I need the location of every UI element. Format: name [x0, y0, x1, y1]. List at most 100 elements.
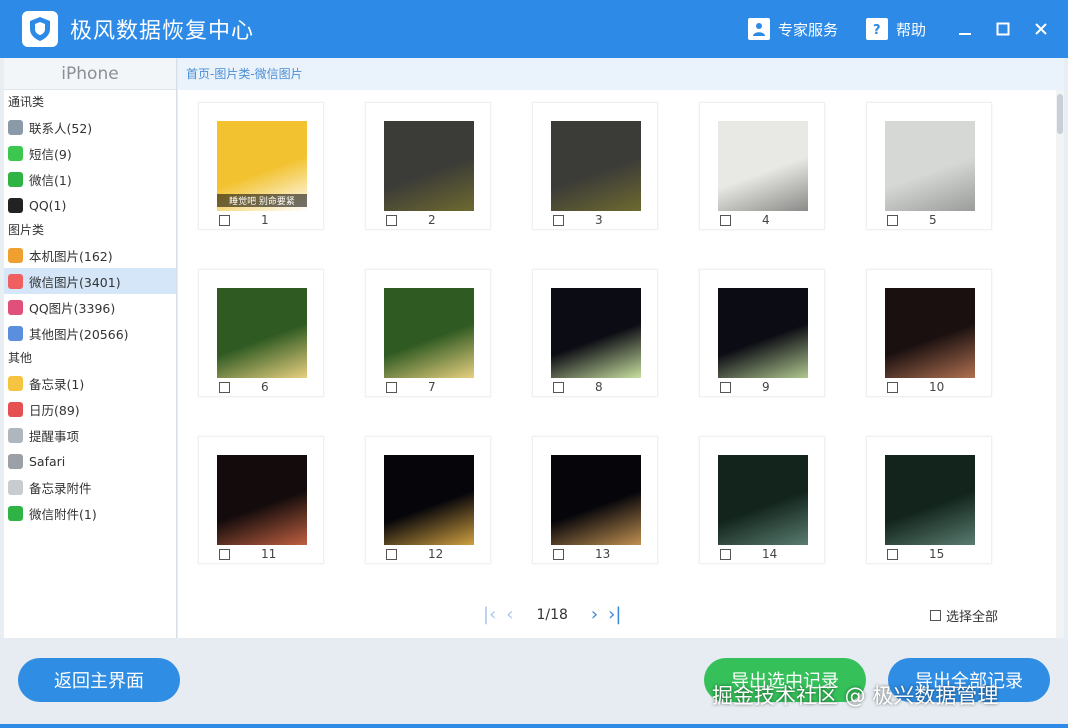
- photo-checkbox[interactable]: [219, 215, 230, 226]
- scrollbar[interactable]: [1056, 90, 1064, 638]
- photo-item[interactable]: 13: [532, 436, 658, 564]
- photo-number: 3: [595, 213, 603, 227]
- reminders-icon: [8, 427, 23, 443]
- sidebar-item[interactable]: QQ(1): [4, 192, 176, 218]
- expert-service-button[interactable]: 专家服务: [747, 18, 838, 40]
- sidebar-item-label: 日历(89): [29, 402, 80, 418]
- photo-item[interactable]: 6: [198, 269, 324, 397]
- photo-number: 13: [595, 547, 611, 561]
- photo-thumbnail[interactable]: [885, 455, 975, 545]
- photo-thumbnail[interactable]: [384, 121, 474, 211]
- photo-thumbnail[interactable]: [551, 288, 641, 378]
- photo-checkbox[interactable]: [386, 382, 397, 393]
- photo-number: 11: [261, 547, 277, 561]
- sidebar-item[interactable]: 备忘录(1): [4, 370, 176, 396]
- sidebar-item[interactable]: 联系人(52): [4, 114, 176, 140]
- photo-checkbox[interactable]: [887, 382, 898, 393]
- scrollbar-thumb[interactable]: [1057, 94, 1063, 134]
- app-title: 极风数据恢复中心: [70, 19, 255, 44]
- sidebar-item[interactable]: 本机图片(162): [4, 242, 176, 268]
- photo-item[interactable]: 2: [365, 102, 491, 230]
- photo-number: 6: [261, 380, 269, 394]
- photo-thumbnail[interactable]: [217, 288, 307, 378]
- sidebar-item[interactable]: QQ图片(3396): [4, 294, 176, 320]
- photo-item[interactable]: 3: [532, 102, 658, 230]
- photo-thumbnail[interactable]: [718, 288, 808, 378]
- first-page-icon[interactable]: |‹: [483, 604, 496, 625]
- sidebar-item[interactable]: 微信附件(1): [4, 500, 176, 526]
- photo-item[interactable]: 12: [365, 436, 491, 564]
- photo-thumbnail[interactable]: [885, 288, 975, 378]
- svg-text:?: ?: [873, 23, 881, 37]
- photos-icon: [8, 273, 23, 289]
- next-page-icon[interactable]: ›: [591, 604, 598, 625]
- photo-checkbox[interactable]: [219, 382, 230, 393]
- photo-thumbnail[interactable]: [718, 455, 808, 545]
- photo-checkbox[interactable]: [887, 549, 898, 560]
- photo-thumbnail[interactable]: [384, 455, 474, 545]
- photo-checkbox[interactable]: [553, 549, 564, 560]
- export-all-button[interactable]: 导出全部记录: [888, 658, 1050, 702]
- photo-item[interactable]: 7: [365, 269, 491, 397]
- sidebar-item[interactable]: 短信(9): [4, 140, 176, 166]
- title-bar: 极风数据恢复中心 专家服务 ? 帮助: [0, 0, 1068, 58]
- sidebar-category: 通讯类: [8, 95, 45, 109]
- photo-caption: 睡觉吧 别命要紧: [217, 194, 307, 207]
- sidebar-item[interactable]: 微信图片(3401): [4, 268, 176, 294]
- minimize-icon: [959, 33, 971, 35]
- photo-checkbox[interactable]: [386, 549, 397, 560]
- photo-checkbox[interactable]: [219, 549, 230, 560]
- back-home-button[interactable]: 返回主界面: [18, 658, 180, 702]
- photo-thumbnail[interactable]: 睡觉吧 别命要紧: [217, 121, 307, 211]
- sidebar-item[interactable]: 微信(1): [4, 166, 176, 192]
- sidebar-item-label: 提醒事项: [29, 428, 80, 444]
- sidebar-item[interactable]: Safari: [4, 448, 176, 474]
- sidebar-item[interactable]: 备忘录附件: [4, 474, 176, 500]
- photo-item[interactable]: 4: [699, 102, 825, 230]
- photo-item[interactable]: 10: [866, 269, 992, 397]
- photo-number: 4: [762, 213, 770, 227]
- photo-thumbnail[interactable]: [885, 121, 975, 211]
- photo-item[interactable]: 14: [699, 436, 825, 564]
- sidebar-item-label: QQ图片(3396): [29, 300, 116, 316]
- photo-item[interactable]: 8: [532, 269, 658, 397]
- photos-icon: [8, 299, 23, 315]
- photo-thumbnail[interactable]: [718, 121, 808, 211]
- prev-page-icon[interactable]: ‹: [506, 604, 513, 625]
- photo-checkbox[interactable]: [720, 382, 731, 393]
- photo-item[interactable]: 睡觉吧 别命要紧 1: [198, 102, 324, 230]
- maximize-button[interactable]: [992, 18, 1014, 40]
- last-page-icon[interactable]: ›|: [608, 604, 621, 625]
- close-button[interactable]: [1030, 18, 1052, 40]
- sidebar-item-label: 本机图片(162): [29, 248, 113, 264]
- select-all-label: 选择全部: [946, 610, 999, 625]
- minimize-button[interactable]: [954, 18, 976, 40]
- photo-item[interactable]: 15: [866, 436, 992, 564]
- photo-checkbox[interactable]: [386, 215, 397, 226]
- sidebar-item-label: QQ(1): [29, 197, 67, 213]
- wechat-icon: [8, 505, 23, 521]
- photo-thumbnail[interactable]: [384, 288, 474, 378]
- photo-item[interactable]: 11: [198, 436, 324, 564]
- bottom-border: [0, 724, 1068, 728]
- photo-thumbnail[interactable]: [551, 121, 641, 211]
- help-button[interactable]: ? 帮助: [865, 18, 926, 40]
- wechat-icon: [8, 171, 23, 187]
- photo-item[interactable]: 9: [699, 269, 825, 397]
- photo-checkbox[interactable]: [553, 382, 564, 393]
- photo-thumbnail[interactable]: [551, 455, 641, 545]
- sidebar-item[interactable]: 其他图片(20566): [4, 320, 176, 346]
- sidebar-item-label: 联系人(52): [29, 120, 93, 136]
- export-selected-button[interactable]: 导出选中记录: [704, 658, 866, 702]
- sidebar-item[interactable]: 提醒事项: [4, 422, 176, 448]
- photo-checkbox[interactable]: [720, 549, 731, 560]
- main-panel: 首页-图片类-微信图片 睡觉吧 别命要紧 1 2 3 4 5 6 7 8 9 10 11 12 13 14 1…: [178, 58, 1064, 638]
- photo-checkbox[interactable]: [553, 215, 564, 226]
- select-all-checkbox[interactable]: 选择全部: [930, 606, 998, 625]
- photo-checkbox[interactable]: [720, 215, 731, 226]
- photo-checkbox[interactable]: [887, 215, 898, 226]
- sidebar-item[interactable]: 日历(89): [4, 396, 176, 422]
- photo-thumbnail[interactable]: [217, 455, 307, 545]
- photo-item[interactable]: 5: [866, 102, 992, 230]
- qq-icon: [8, 197, 23, 213]
